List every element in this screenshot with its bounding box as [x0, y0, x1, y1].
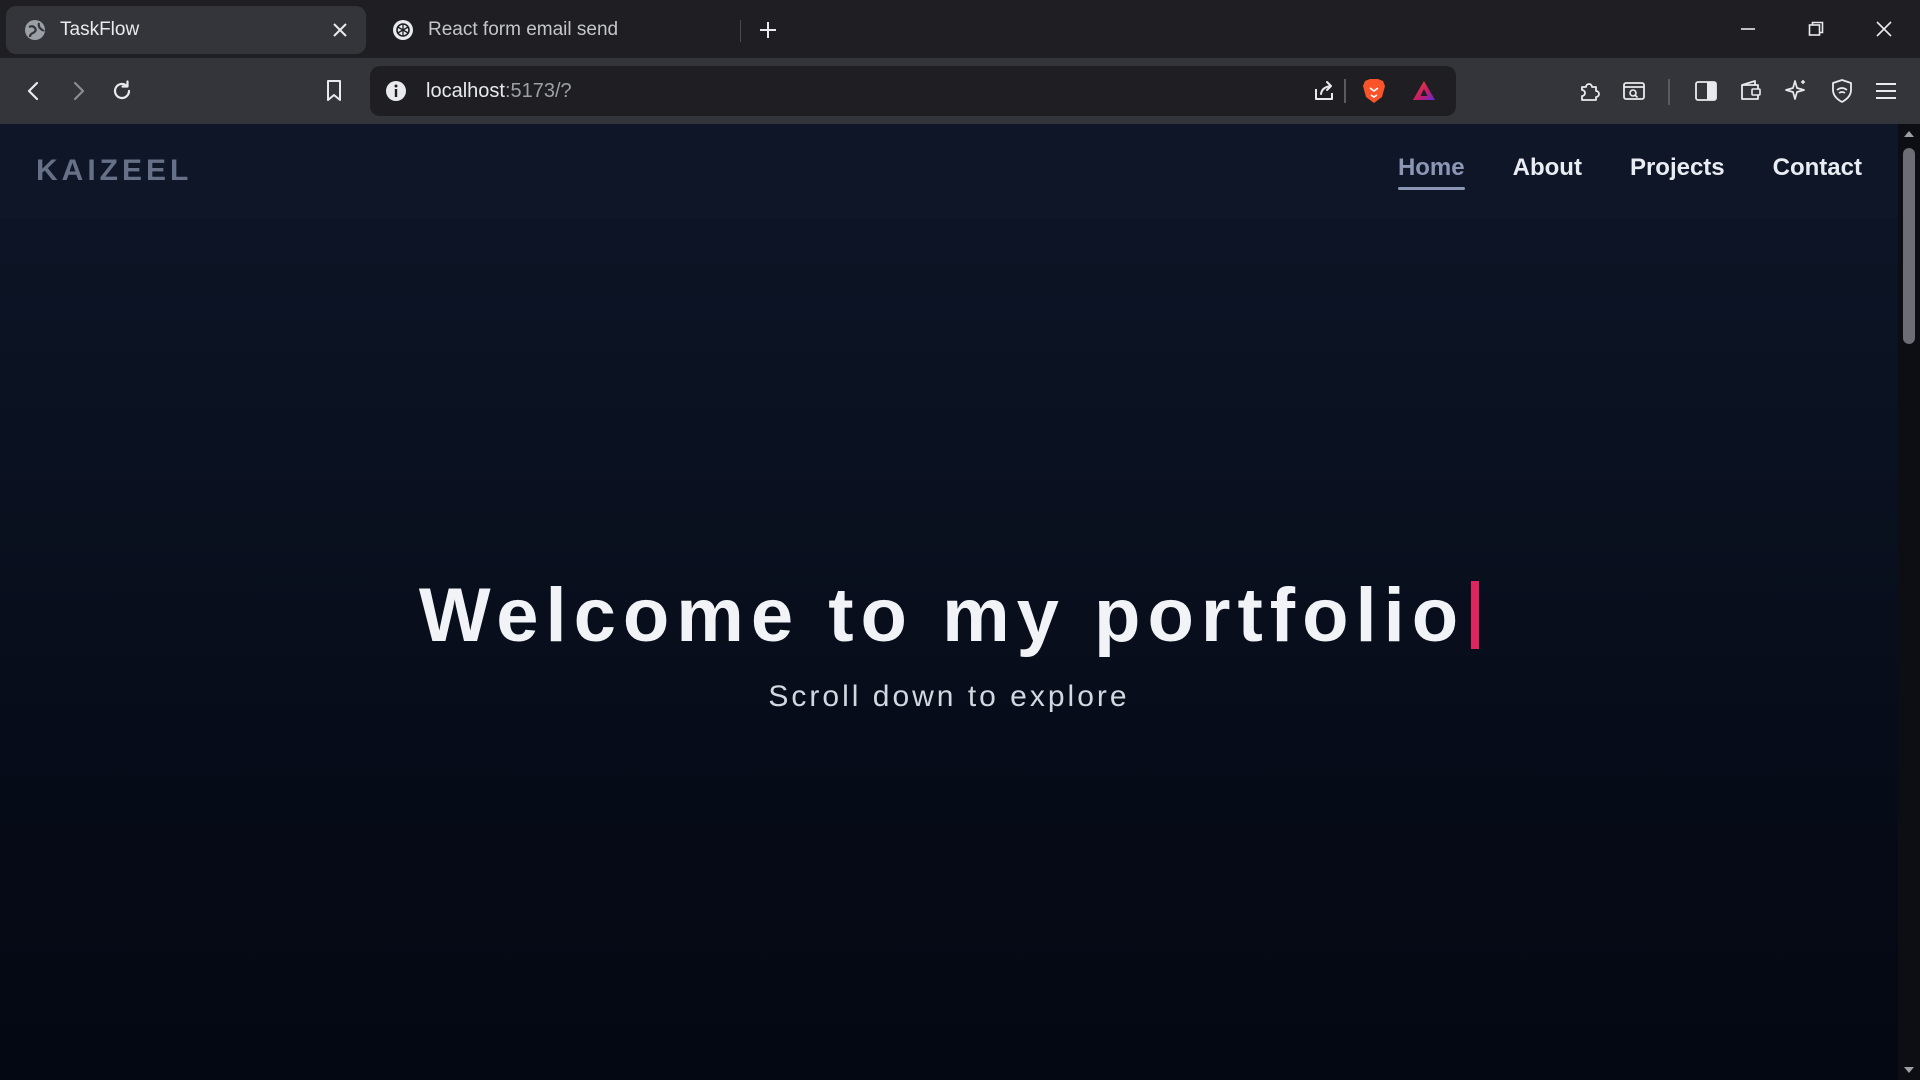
typing-cursor	[1471, 581, 1480, 649]
page-scrollbar[interactable]	[1898, 124, 1920, 1080]
minimize-icon	[1741, 28, 1755, 30]
nav-home[interactable]: Home	[1397, 154, 1465, 190]
new-tab-button[interactable]	[752, 14, 784, 46]
address-separator	[1344, 79, 1346, 103]
hamburger-menu-icon	[1876, 83, 1896, 99]
sparkle-icon	[1785, 80, 1805, 100]
site-navbar: KAIZEEL Home About Projects Contact	[0, 124, 1898, 218]
hero-subtitle: Scroll down to explore	[768, 680, 1130, 713]
rewards-triangle-icon	[1413, 81, 1435, 100]
close-tab-icon[interactable]	[326, 16, 354, 44]
puzzle-icon	[1581, 83, 1600, 101]
site-logo[interactable]: KAIZEEL	[36, 124, 192, 218]
url-path: :5173/?	[504, 80, 572, 102]
nav-projects[interactable]: Projects	[1630, 154, 1725, 188]
site-info-icon[interactable]	[384, 79, 408, 103]
vpn-button[interactable]	[1822, 71, 1862, 111]
url-text[interactable]: localhost:5173/?	[426, 66, 572, 116]
brave-shields-button[interactable]	[1354, 71, 1394, 111]
nav-about[interactable]: About	[1513, 154, 1582, 188]
share-icon	[1315, 81, 1333, 100]
back-button[interactable]	[14, 71, 54, 111]
nav-links: Home About Projects Contact	[1397, 124, 1862, 218]
globe-icon	[24, 19, 46, 41]
page-search-icon	[1623, 82, 1645, 100]
nav-contact[interactable]: Contact	[1773, 154, 1862, 188]
browser-tab-strip: TaskFlow React form email send	[0, 0, 1920, 58]
tab-title: TaskFlow	[60, 19, 140, 40]
tab-taskflow[interactable]: TaskFlow	[6, 6, 366, 54]
main-menu-button[interactable]	[1866, 71, 1906, 111]
reload-button[interactable]	[102, 71, 142, 111]
minimize-button[interactable]	[1714, 0, 1782, 58]
forward-button[interactable]	[58, 71, 98, 111]
tab-separator	[740, 20, 741, 42]
share-button[interactable]	[1304, 71, 1344, 111]
restore-button[interactable]	[1782, 0, 1850, 58]
hero-title: Welcome to my portfolio	[0, 572, 1898, 659]
wallet-icon	[1741, 80, 1761, 100]
scroll-up-arrow-icon[interactable]	[1903, 128, 1915, 140]
plus-icon	[760, 22, 776, 38]
browser-toolbar: localhost:5173/?	[0, 58, 1920, 124]
url-host: localhost	[426, 80, 505, 102]
brave-lion-icon	[1363, 79, 1385, 103]
address-bar[interactable]: localhost:5173/?	[370, 66, 1456, 116]
page-viewport: KAIZEEL Home About Projects Contact Welc…	[0, 124, 1898, 1080]
bookmark-icon	[327, 80, 341, 101]
leo-ai-button[interactable]	[1776, 71, 1816, 111]
forward-arrow-icon	[73, 81, 85, 101]
brave-rewards-button[interactable]	[1404, 71, 1444, 111]
scrollbar-thumb[interactable]	[1903, 148, 1915, 344]
close-window-button[interactable]	[1850, 0, 1918, 58]
wallet-button[interactable]	[1731, 71, 1771, 111]
restore-icon	[1808, 21, 1824, 36]
reload-icon	[113, 80, 131, 100]
extensions-button[interactable]	[1570, 71, 1610, 111]
back-arrow-icon	[27, 81, 39, 101]
sidebar-icon	[1695, 81, 1717, 101]
sidebar-button[interactable]	[1686, 71, 1726, 111]
tab-title: React form email send	[428, 19, 619, 40]
scroll-down-arrow-icon[interactable]	[1903, 1064, 1915, 1076]
toolbar-separator	[1668, 79, 1670, 105]
bookmark-button[interactable]	[314, 71, 354, 111]
tab-react-form-email[interactable]: React form email send	[374, 6, 744, 54]
leo-search-button[interactable]	[1614, 71, 1654, 111]
shield-icon	[1832, 79, 1852, 103]
hero-title-text: Welcome to my portfolio	[418, 573, 1466, 658]
close-icon	[1876, 21, 1892, 37]
openai-icon	[392, 19, 414, 41]
